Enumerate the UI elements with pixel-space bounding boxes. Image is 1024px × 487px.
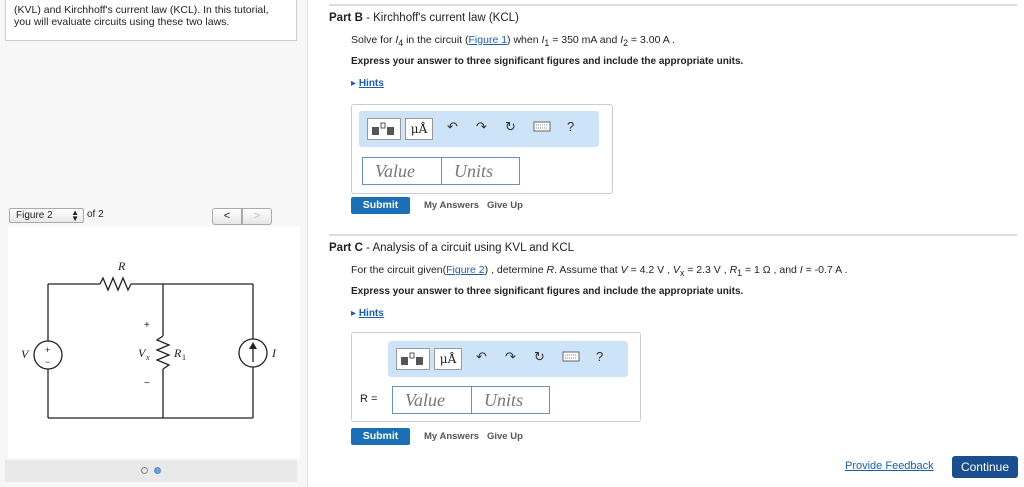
label-V: V bbox=[21, 347, 30, 361]
label-Vx-sub: x bbox=[145, 353, 150, 362]
part-c-toolbar: μÅ ↶ ↷ ↻ ? bbox=[388, 341, 628, 377]
figure-1-link[interactable]: Figure 1 bbox=[469, 34, 508, 46]
templates-icon[interactable] bbox=[367, 118, 401, 140]
figure-select-value: Figure 2 bbox=[16, 210, 53, 221]
part-b-heading: - Kirchhoff's current law (KCL) bbox=[362, 12, 519, 24]
continue-button[interactable]: Continue bbox=[952, 456, 1018, 478]
label-R: R bbox=[117, 259, 126, 273]
value-input[interactable]: Value bbox=[362, 157, 442, 185]
prev-figure-button[interactable]: < bbox=[212, 208, 242, 225]
q-text: = -0.7 A . bbox=[802, 264, 848, 276]
pager-dot-1[interactable] bbox=[141, 467, 149, 474]
part-b: Part B - Kirchhoff's current law (KCL) S… bbox=[329, 4, 1017, 226]
vx-plus-sign: + bbox=[144, 320, 150, 331]
reset-icon[interactable]: ↻ bbox=[505, 119, 516, 139]
q-var: V bbox=[672, 264, 680, 276]
q-text: = 350 mA and bbox=[549, 34, 621, 46]
part-c-give-up-link[interactable]: Give Up bbox=[487, 431, 523, 442]
units-input[interactable]: Units bbox=[471, 386, 550, 414]
intro-line-2: you will evaluate circuits using these t… bbox=[14, 16, 230, 28]
help-icon[interactable]: ? bbox=[596, 349, 603, 369]
q-text: ) when bbox=[507, 34, 542, 46]
part-b-answer-box: μÅ ↶ ↷ ↻ ? Value Units bbox=[351, 104, 613, 194]
q-text: in the circuit ( bbox=[403, 34, 469, 46]
q-text: = 3.00 A . bbox=[628, 34, 676, 46]
units-input[interactable]: Units bbox=[441, 157, 520, 185]
q-var: V bbox=[620, 264, 628, 276]
part-b-my-answers-link[interactable]: My Answers bbox=[424, 200, 479, 211]
q-text: . Assume that bbox=[554, 264, 621, 276]
triangle-right-icon: ▸ bbox=[351, 308, 359, 319]
q-text: = 2.3 V , bbox=[684, 264, 730, 276]
r-label: R = bbox=[360, 393, 378, 405]
q-text: = 4.2 V , bbox=[627, 264, 673, 276]
figure-nav-bar: Figure 2 ▲ ▼ of 2 < > bbox=[9, 208, 274, 225]
figure-2-link[interactable]: Figure 2 bbox=[446, 264, 485, 276]
q-text: For the circuit given( bbox=[351, 264, 447, 276]
redo-icon[interactable]: ↷ bbox=[505, 349, 516, 369]
part-c-submit-button[interactable]: Submit bbox=[351, 428, 410, 445]
part-c-answer-box: μÅ ↶ ↷ ↻ ? R = Value Units bbox=[351, 332, 641, 422]
hints-label: Hints bbox=[358, 308, 384, 319]
figure-pager bbox=[5, 460, 297, 482]
intro-text-box: (KVL) and Kirchhoff's current law (KCL).… bbox=[5, 0, 297, 41]
keyboard-icon[interactable] bbox=[562, 349, 580, 369]
part-b-submit-button[interactable]: Submit bbox=[351, 197, 410, 214]
chevron-left-icon: < bbox=[223, 210, 231, 222]
part-c-question: For the circuit given(Figure 2) , determ… bbox=[351, 264, 847, 278]
redo-icon[interactable]: ↷ bbox=[476, 119, 487, 139]
source-minus-sign: − bbox=[45, 357, 50, 367]
keyboard-glyph bbox=[562, 351, 580, 362]
figure-panel: R R 1 V x V I + − + − bbox=[8, 226, 300, 458]
reset-icon[interactable]: ↻ bbox=[534, 349, 545, 369]
select-arrows-icon: ▲ ▼ bbox=[71, 208, 79, 223]
units-icon[interactable]: μÅ bbox=[405, 118, 433, 140]
label-R1-sub: 1 bbox=[182, 353, 186, 362]
keyboard-icon[interactable] bbox=[533, 119, 551, 139]
templates-glyph bbox=[372, 122, 394, 135]
undo-icon[interactable]: ↶ bbox=[447, 119, 458, 139]
q-text: ) , determine bbox=[484, 264, 547, 276]
part-c-label: Part C bbox=[329, 242, 363, 254]
q-text: Solve for bbox=[351, 34, 396, 46]
figure-select[interactable]: Figure 2 ▲ ▼ bbox=[9, 208, 84, 223]
part-c-title: Part C - Analysis of a circuit using KVL… bbox=[329, 234, 1017, 258]
chevron-right-icon: > bbox=[253, 210, 261, 222]
value-input[interactable]: Value bbox=[392, 386, 472, 414]
q-text: = 1 Ω , and bbox=[742, 264, 800, 276]
part-b-give-up-link[interactable]: Give Up bbox=[487, 200, 523, 211]
part-b-instruction: Express your answer to three significant… bbox=[351, 56, 744, 67]
label-R1: R bbox=[173, 346, 182, 360]
figure-count: of 2 bbox=[87, 209, 104, 220]
triangle-right-icon: ▸ bbox=[351, 78, 359, 89]
help-icon[interactable]: ? bbox=[567, 119, 574, 139]
circuit-diagram: R R 1 V x V I + − + − bbox=[21, 259, 277, 419]
intro-line-1: (KVL) and Kirchhoff's current law (KCL).… bbox=[14, 4, 269, 16]
next-figure-button[interactable]: > bbox=[242, 208, 272, 225]
undo-icon[interactable]: ↶ bbox=[476, 349, 487, 369]
pager-dot-2[interactable] bbox=[153, 467, 161, 474]
part-b-question: Solve for I4 in the circuit (Figure 1) w… bbox=[351, 34, 675, 48]
units-icon[interactable]: μÅ bbox=[434, 348, 462, 370]
part-b-hints-toggle[interactable]: ▸ Hints bbox=[351, 78, 384, 89]
part-c-my-answers-link[interactable]: My Answers bbox=[424, 431, 479, 442]
left-pane: (KVL) and Kirchhoff's current law (KCL).… bbox=[0, 0, 308, 487]
part-c-heading: - Analysis of a circuit using KVL and KC… bbox=[362, 242, 575, 254]
part-c: Part C - Analysis of a circuit using KVL… bbox=[329, 234, 1017, 454]
right-pane: Part B - Kirchhoff's current law (KCL) S… bbox=[309, 0, 1024, 487]
provide-feedback-link[interactable]: Provide Feedback bbox=[845, 460, 934, 472]
part-b-title: Part B - Kirchhoff's current law (KCL) bbox=[329, 4, 1017, 28]
q-var: R bbox=[546, 264, 555, 276]
source-plus-sign: + bbox=[45, 345, 50, 355]
part-c-hints-toggle[interactable]: ▸ Hints bbox=[351, 308, 384, 319]
templates-glyph bbox=[401, 352, 423, 365]
label-I: I bbox=[271, 346, 277, 360]
vx-minus-sign: − bbox=[144, 378, 150, 389]
templates-icon[interactable] bbox=[396, 348, 430, 370]
hints-label: Hints bbox=[358, 78, 384, 89]
part-c-instruction: Express your answer to three significant… bbox=[351, 286, 744, 297]
part-b-label: Part B bbox=[329, 12, 363, 24]
keyboard-glyph bbox=[533, 121, 551, 132]
part-b-toolbar: μÅ ↶ ↷ ↻ ? bbox=[359, 111, 599, 147]
